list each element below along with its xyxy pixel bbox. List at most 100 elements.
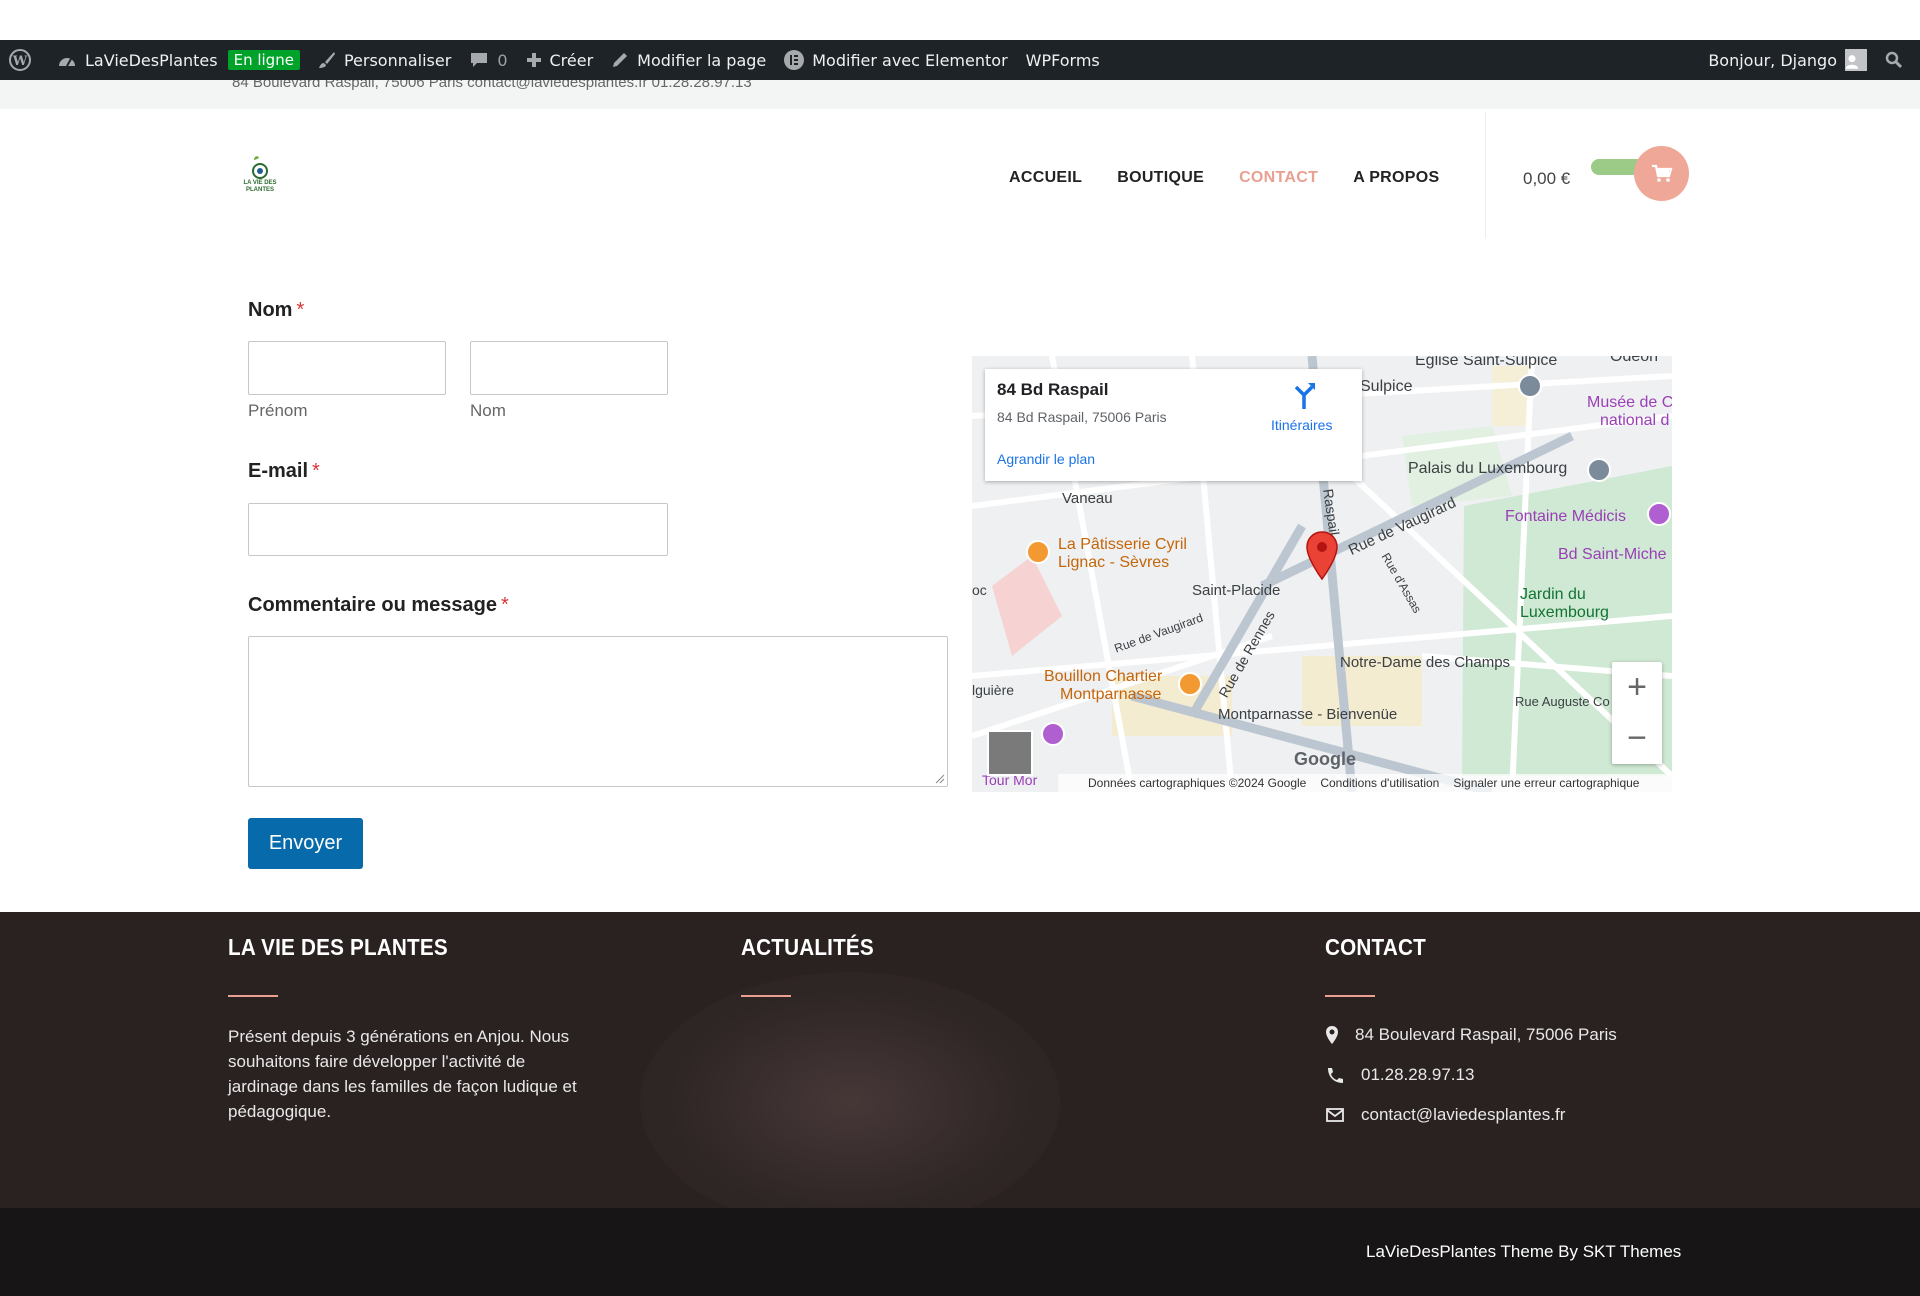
directions-link[interactable]: Itinéraires	[1271, 417, 1332, 433]
map-label-bouillon2: Montparnasse	[1060, 686, 1162, 703]
email-label: E-mail *	[248, 460, 320, 482]
admin-elementor-link[interactable]: Modifier avec Elementor	[775, 40, 1016, 80]
greeting-label: Bonjour, Django	[1708, 50, 1837, 70]
footer-about-text: Présent depuis 3 générations en Anjou. N…	[228, 1027, 577, 1121]
map-attribution: Données cartographiques ©2024 Google Con…	[1058, 774, 1672, 792]
email-field[interactable]	[248, 503, 668, 556]
message-textarea[interactable]	[248, 636, 948, 787]
site-logo[interactable]: LA VIE DES PLANTES	[240, 154, 280, 199]
map-label-bouillon1: Bouillon Chartier	[1044, 668, 1163, 685]
footer-email[interactable]: contact@laviedesplantes.fr	[1361, 1105, 1565, 1125]
map-label-augusteco: Rue Auguste Co	[1515, 694, 1610, 709]
submit-button[interactable]: Envoyer	[248, 818, 363, 869]
copyright-bar: LaVieDesPlantes Theme By SKT Themes	[0, 1208, 1920, 1296]
landmark-marker-icon[interactable]	[1587, 458, 1611, 482]
admin-account-menu[interactable]: Bonjour, Django	[1699, 40, 1876, 80]
map-place-title: 84 Bd Raspail	[997, 380, 1109, 399]
map-label-musee: Musée de C	[1587, 394, 1672, 411]
map-label-bdsaintmichel: Bd Saint-Miche	[1558, 546, 1667, 563]
comments-count: 0	[497, 50, 508, 70]
church-marker-icon[interactable]	[1518, 374, 1542, 398]
create-label: Créer	[549, 50, 594, 70]
svg-text:W: W	[12, 54, 28, 69]
museum-marker-icon[interactable]	[1041, 722, 1065, 746]
admin-site-link[interactable]: LaVieDesPlantes En ligne	[48, 40, 309, 80]
admin-edit-page-link[interactable]: Modifier la page	[602, 40, 775, 80]
footer-about-title: LA VIE DES PLANTES	[228, 934, 448, 960]
top-info-text: 84 Boulevard Raspail, 75006 Paris contac…	[232, 80, 752, 91]
top-info-strip: 84 Boulevard Raspail, 75006 Paris contac…	[0, 80, 1920, 109]
footer-news-title: ACTUALITÉS	[741, 934, 874, 960]
admin-customize-link[interactable]: Personnaliser	[309, 40, 460, 80]
edit-elementor-label: Modifier avec Elementor	[812, 50, 1008, 70]
enlarge-map-link[interactable]: Agrandir le plan	[997, 451, 1095, 467]
nav-boutique[interactable]: BOUTIQUE	[1117, 169, 1204, 187]
header-divider	[1485, 112, 1486, 238]
first-name-input[interactable]	[248, 341, 446, 395]
google-logo: Google	[1294, 749, 1356, 769]
admin-search-button[interactable]	[1876, 40, 1920, 80]
footer-contact-title: CONTACT	[1325, 934, 1426, 960]
map-label-odeon: Odéon	[1610, 356, 1659, 365]
name-label: Nom *	[248, 299, 305, 321]
cart-button[interactable]	[1634, 146, 1689, 201]
map-label-patisserie1: La Pâtisserie Cyril	[1058, 536, 1187, 553]
satellite-toggle[interactable]	[987, 730, 1033, 776]
footer-phone[interactable]: 01.28.28.97.13	[1361, 1065, 1474, 1085]
last-name-input[interactable]	[470, 341, 668, 395]
museum-marker-icon[interactable]	[1647, 502, 1671, 526]
zoom-in-button[interactable]: +	[1612, 662, 1662, 713]
map-info-card: 84 Bd Raspail 84 Bd Raspail, 75006 Paris…	[985, 369, 1362, 481]
map-label-saintplacide: Saint-Placide	[1192, 582, 1281, 599]
elementor-icon	[784, 50, 805, 70]
map-label-jardin1: Jardin du	[1520, 586, 1586, 603]
footer-email-row: contact@laviedesplantes.fr	[1325, 1105, 1565, 1125]
first-name-sublabel: Prénom	[248, 401, 308, 420]
avatar	[1845, 49, 1867, 71]
resize-handle-icon[interactable]	[935, 774, 945, 784]
map-label-sulpice: Sulpice	[1360, 378, 1413, 395]
plus-icon	[526, 53, 541, 67]
map-data-credit: Données cartographiques ©2024 Google	[1088, 776, 1307, 790]
directions-icon[interactable]	[1291, 381, 1317, 411]
nav-accueil[interactable]: ACCUEIL	[1009, 169, 1082, 187]
last-name-sublabel: Nom	[470, 401, 506, 420]
zoom-out-button[interactable]: −	[1612, 713, 1662, 764]
brush-icon	[318, 52, 335, 68]
admin-comments-link[interactable]: 0	[460, 40, 516, 80]
map-label-eglise: Eglise Saint-Sulpice	[1415, 356, 1558, 369]
copyright-text[interactable]: LaVieDesPlantes Theme By SKT Themes	[1366, 1242, 1681, 1262]
dashboard-icon	[59, 58, 75, 67]
logo-text: LA VIE DES PLANTES	[243, 180, 277, 193]
restaurant-marker-icon[interactable]	[1178, 672, 1202, 696]
customize-label: Personnaliser	[343, 50, 452, 70]
map-label-musee2: national d	[1600, 412, 1670, 429]
edit-page-label: Modifier la page	[637, 50, 767, 70]
report-error-link[interactable]: Signaler une erreur cartographique	[1453, 776, 1639, 790]
map-label-patisserie2: Lignac - Sèvres	[1058, 554, 1170, 571]
required-mark: *	[296, 299, 305, 321]
nav-a-propos[interactable]: A PROPOS	[1353, 169, 1439, 187]
footer-divider	[1325, 995, 1375, 997]
footer-background-image	[640, 972, 1060, 1208]
plant-logo-icon	[252, 156, 268, 179]
nav-contact[interactable]: CONTACT	[1239, 169, 1318, 187]
location-pin-icon[interactable]	[1305, 531, 1339, 581]
terms-link[interactable]: Conditions d'utilisation	[1320, 776, 1439, 790]
admin-create-link[interactable]: Créer	[517, 40, 603, 80]
site-header: LA VIE DES PLANTES ACCUEIL BOUTIQUE CONT…	[0, 109, 1920, 239]
restaurant-marker-icon[interactable]	[1026, 540, 1050, 564]
map-label-montparnasse: Montparnasse - Bienvenüe	[1218, 706, 1398, 723]
map-label-vaneau: Vaneau	[1062, 490, 1113, 507]
wordpress-logo-icon[interactable]: W	[0, 40, 48, 80]
admin-wpforms-link[interactable]: WPForms	[1017, 40, 1109, 80]
cart-icon	[1651, 164, 1672, 182]
google-map[interactable]: Eglise Saint-Sulpice Odéon Sulpice Musée…	[972, 356, 1672, 792]
status-badge: En ligne	[227, 50, 300, 70]
main-nav: ACCUEIL BOUTIQUE CONTACT A PROPOS	[1009, 169, 1474, 187]
map-label-jardin2: Luxembourg	[1520, 604, 1609, 621]
admin-site-name: LaVieDesPlantes	[85, 50, 218, 70]
footer-divider	[228, 995, 278, 997]
cart-total[interactable]: 0,00 €	[1523, 169, 1570, 189]
envelope-icon	[1326, 1108, 1344, 1122]
